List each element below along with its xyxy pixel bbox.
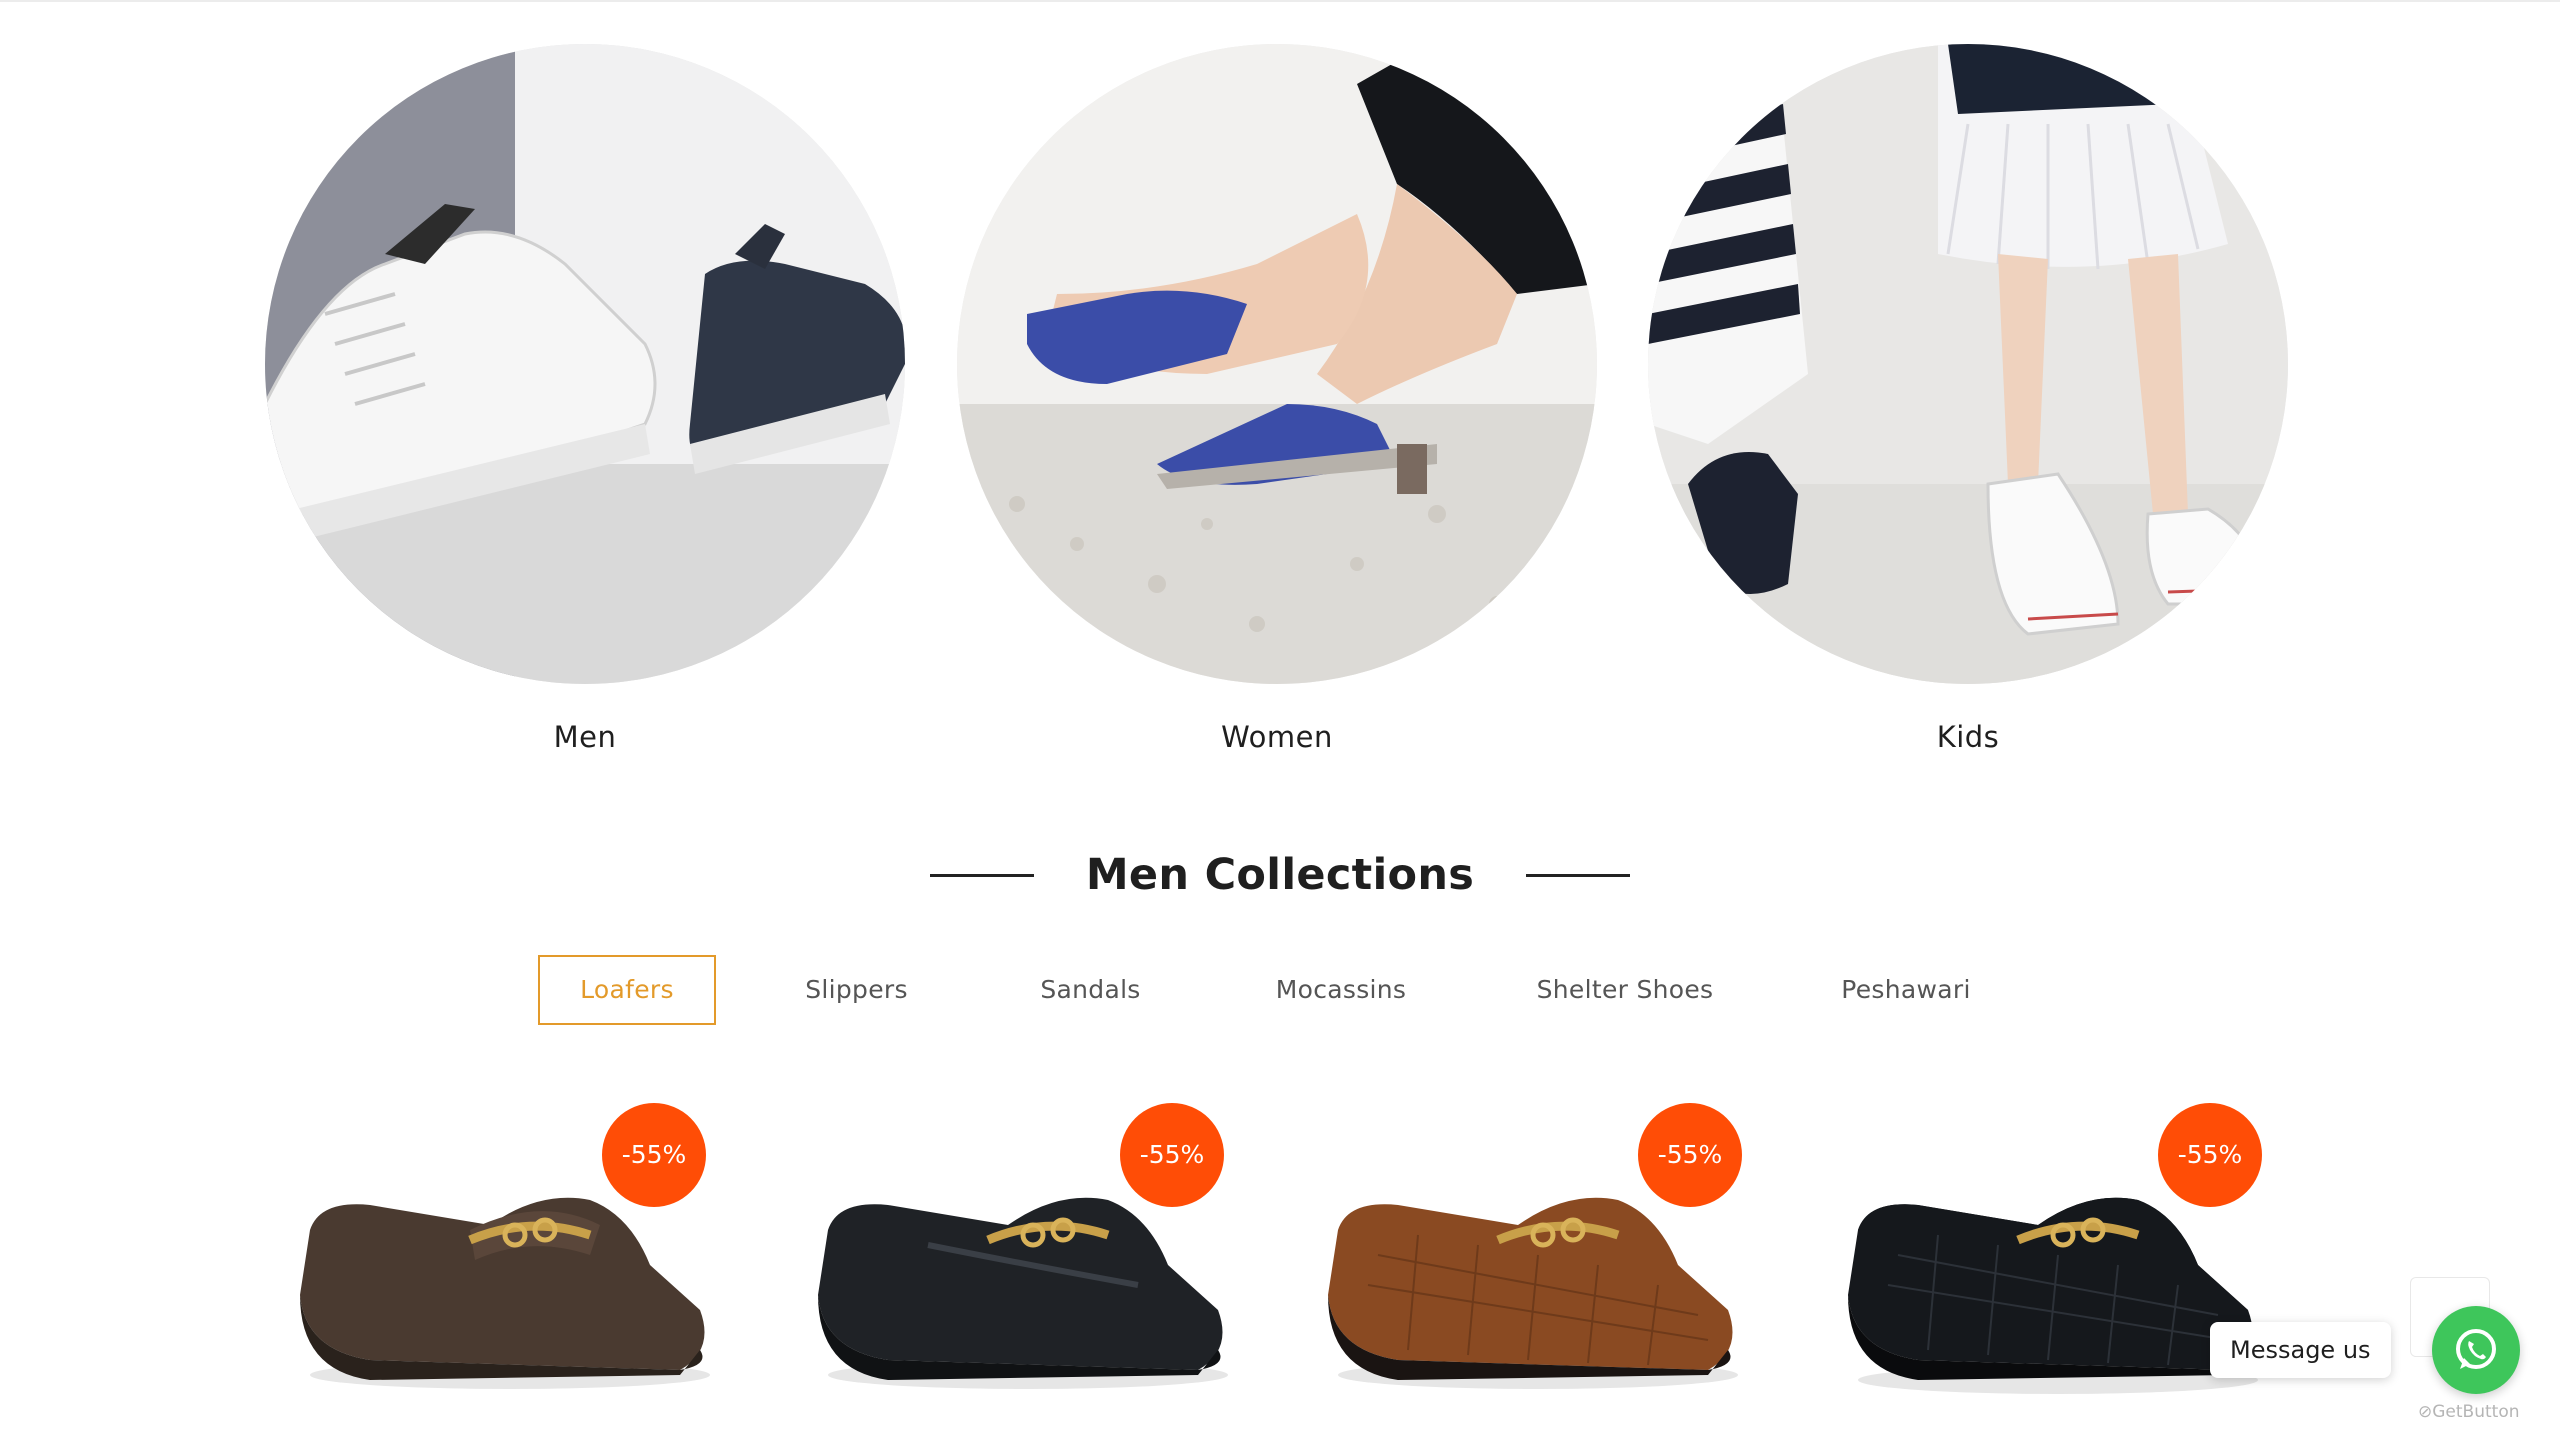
- product-card[interactable]: -55%: [808, 1095, 1248, 1436]
- men-sneakers-image: [265, 44, 905, 684]
- tab-sandals[interactable]: Sandals: [1003, 955, 1178, 1025]
- category-kids[interactable]: Kids: [1648, 44, 2288, 754]
- whatsapp-icon: [2456, 1329, 2496, 1369]
- tab-peshawari[interactable]: Peshawari: [1800, 955, 2012, 1025]
- whatsapp-button[interactable]: [2432, 1306, 2520, 1394]
- women-sandals-image: it: [957, 44, 1597, 684]
- discount-badge: -55%: [2158, 1103, 2262, 1207]
- product-grid: -55% -55% -55% -55%: [0, 1095, 2560, 1436]
- category-men[interactable]: Men: [265, 44, 905, 754]
- discount-badge: -55%: [1638, 1103, 1742, 1207]
- category-kids-label[interactable]: Kids: [1648, 720, 2288, 754]
- discount-badge: -55%: [1120, 1103, 1224, 1207]
- category-men-image[interactable]: [265, 44, 905, 684]
- collection-tabs: Loafers Slippers Sandals Mocassins Shelt…: [0, 955, 2560, 1025]
- category-women[interactable]: it Women: [957, 44, 1597, 754]
- category-list: Men it Women Kids: [0, 44, 2540, 764]
- powered-by-text: GetButton: [2432, 1402, 2520, 1422]
- message-us-bubble[interactable]: Message us: [2210, 1322, 2391, 1378]
- category-men-label[interactable]: Men: [265, 720, 905, 754]
- section-heading: Men Collections: [0, 840, 2560, 910]
- tab-shelter-shoes[interactable]: Shelter Shoes: [1510, 955, 1740, 1025]
- category-women-label[interactable]: Women: [957, 720, 1597, 754]
- product-card[interactable]: -55%: [290, 1095, 730, 1436]
- tab-loafers[interactable]: Loafers: [538, 955, 716, 1025]
- section-title: Men Collections: [1085, 850, 1475, 900]
- heading-rule-right: [1526, 873, 1631, 877]
- product-card[interactable]: -55%: [1318, 1095, 1758, 1436]
- powered-by-label: ⊘GetButton: [2418, 1402, 2520, 1422]
- heading-rule-left: [929, 873, 1034, 877]
- top-divider: [0, 0, 2560, 2]
- category-kids-image[interactable]: [1648, 44, 2288, 684]
- discount-badge: -55%: [602, 1103, 706, 1207]
- kids-shoes-image: [1648, 44, 2288, 684]
- tab-slippers[interactable]: Slippers: [770, 955, 943, 1025]
- page: Men it Women Kids Men Collections Loafer…: [0, 0, 2560, 1436]
- category-women-image[interactable]: it: [957, 44, 1597, 684]
- svg-text:it: it: [1067, 81, 1084, 111]
- tab-mocassins[interactable]: Mocassins: [1241, 955, 1441, 1025]
- product-card[interactable]: -55%: [1838, 1095, 2278, 1436]
